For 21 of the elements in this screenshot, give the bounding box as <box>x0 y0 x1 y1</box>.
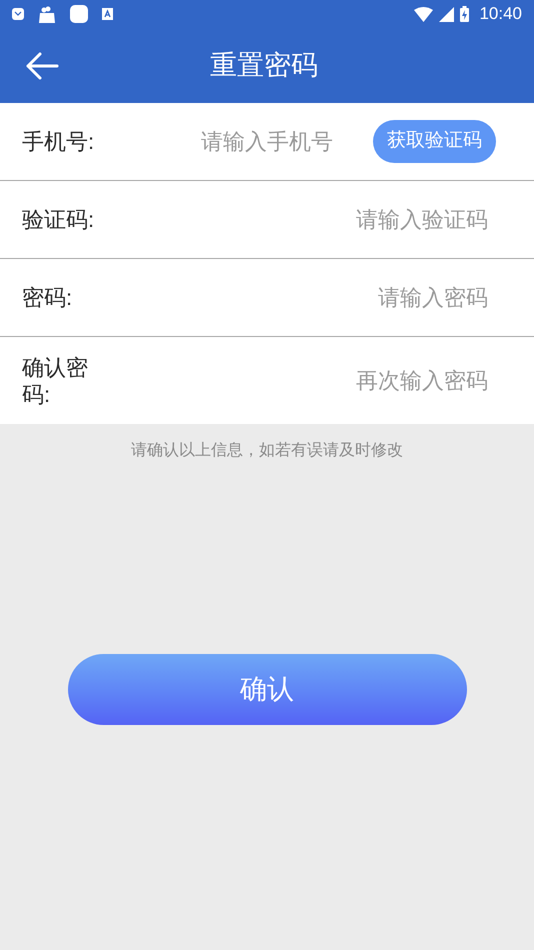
mail-notification-icon <box>12 8 24 20</box>
field-label: 确认密码: <box>22 354 89 408</box>
field-label: 手机号: <box>22 128 96 155</box>
app-notification-icon <box>70 5 88 23</box>
confirm-button[interactable]: 确认 <box>68 654 466 725</box>
font-notification-icon <box>102 8 113 20</box>
field-label: 密码: <box>22 284 74 311</box>
get-code-button[interactable]: 获取验证码 <box>373 120 496 163</box>
signal-icon <box>439 6 454 22</box>
page-title: 重置密码 <box>210 49 318 82</box>
input-field[interactable]: 请输入手机号 <box>102 125 333 158</box>
wifi-icon <box>414 6 434 22</box>
input-field[interactable]: 请输入验证码 <box>102 203 488 236</box>
back-arrow-icon <box>25 52 59 80</box>
battery-charging-icon <box>460 6 470 22</box>
input-field[interactable]: 再次输入密码 <box>102 364 488 397</box>
input-field[interactable]: 请输入密码 <box>102 281 488 314</box>
status-time: 10:40 <box>479 3 522 26</box>
notice-text: 请确认以上信息，如若有误请及时修改 <box>131 440 403 461</box>
field-label: 验证码: <box>22 206 96 233</box>
bag-notification-icon <box>38 5 56 23</box>
